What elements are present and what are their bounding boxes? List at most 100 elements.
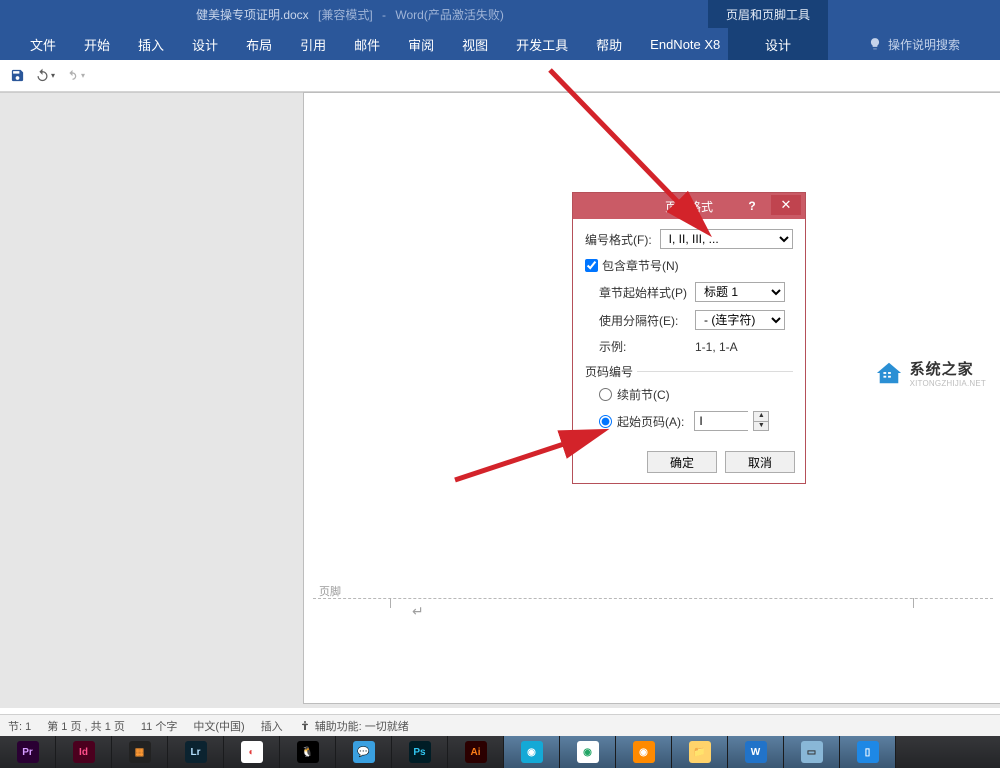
chrome-icon: ◉ xyxy=(577,741,599,763)
separator-select[interactable]: - (连字符) xyxy=(695,310,785,330)
watermark-zh: 系统之家 xyxy=(910,358,986,379)
include-chapter-row: 包含章节号(N) xyxy=(585,257,793,274)
page-numbering-group-label: 页码编号 xyxy=(585,363,637,380)
taskbar-item-indesign[interactable]: Id xyxy=(56,736,112,768)
separator-row: 使用分隔符(E): - (连字符) xyxy=(599,310,793,330)
chapter-style-label: 章节起始样式(P) xyxy=(599,284,695,301)
spin-up-button[interactable]: ▲ xyxy=(753,411,769,421)
tab-insert[interactable]: 插入 xyxy=(124,28,178,60)
dialog-body: 编号格式(F): I, II, III, ... 包含章节号(N) 章节起始样式… xyxy=(573,219,805,445)
ribbon-tabs: 文件 开始 插入 设计 布局 引用 邮件 审阅 视图 开发工具 帮助 EndNo… xyxy=(0,28,1000,60)
tab-file[interactable]: 文件 xyxy=(16,28,70,60)
redo-button[interactable]: ▾ xyxy=(65,68,85,83)
taskbar-item-lightroom[interactable]: Lr xyxy=(168,736,224,768)
tab-developer[interactable]: 开发工具 xyxy=(502,28,582,60)
lightbulb-icon xyxy=(868,37,882,51)
status-a11y-wrap[interactable]: 辅助功能: 一切就绪 xyxy=(299,718,409,734)
lightroom-icon: Lr xyxy=(185,741,207,763)
status-section[interactable]: 节: 1 xyxy=(8,718,31,734)
tab-endnote[interactable]: EndNote X8 xyxy=(636,28,734,60)
opera-icon: ◐ xyxy=(241,741,263,763)
taskbar-item-explorer[interactable]: 📁 xyxy=(672,736,728,768)
status-words[interactable]: 11 个字 xyxy=(141,718,177,734)
tab-context-design[interactable]: 设计 xyxy=(728,28,828,60)
tab-help[interactable]: 帮助 xyxy=(582,28,636,60)
dialog-help-button[interactable]: ? xyxy=(737,193,767,219)
taskbar-item-browser1[interactable]: ◉ xyxy=(504,736,560,768)
indesign-icon: Id xyxy=(73,741,95,763)
start-at-radio[interactable] xyxy=(599,415,612,428)
tab-view[interactable]: 视图 xyxy=(448,28,502,60)
undo-button[interactable]: ▾ xyxy=(35,68,55,83)
footer-dashed-line xyxy=(313,598,993,599)
save-button[interactable] xyxy=(10,68,25,83)
contextual-tool-tab: 页眉和页脚工具 xyxy=(708,0,828,28)
example-row: 示例: 1-1, 1-A xyxy=(599,338,793,355)
start-at-label: 起始页码(A): xyxy=(617,413,684,430)
dialog-close-button[interactable]: ✕ xyxy=(771,195,801,215)
taskbar-item-opera[interactable]: ◐ xyxy=(224,736,280,768)
start-at-row: 起始页码(A): ▲ ▼ xyxy=(599,411,793,431)
taskbar-item-chrome[interactable]: ◉ xyxy=(560,736,616,768)
phone-icon: ▯ xyxy=(857,741,879,763)
tab-home[interactable]: 开始 xyxy=(70,28,124,60)
browser3-icon: ◉ xyxy=(633,741,655,763)
filename-text: 健美操专项证明.docx xyxy=(196,8,309,22)
page-numbering-group: 页码编号 xyxy=(585,363,793,380)
include-chapter-label: 包含章节号(N) xyxy=(602,257,679,274)
spin-down-button[interactable]: ▼ xyxy=(753,421,769,431)
browser1-icon: ◉ xyxy=(521,741,543,763)
status-page[interactable]: 第 1 页 , 共 1 页 xyxy=(47,718,125,734)
watermark: 系统之家 XITONGZHIJIA.NET xyxy=(874,358,986,388)
ok-button[interactable]: 确定 xyxy=(647,451,717,473)
chapter-style-select[interactable]: 标题 1 xyxy=(695,282,785,302)
status-insert[interactable]: 插入 xyxy=(261,718,283,734)
tab-review[interactable]: 审阅 xyxy=(394,28,448,60)
status-language[interactable]: 中文(中国) xyxy=(193,718,244,734)
taskbar-item-browser3[interactable]: ◉ xyxy=(616,736,672,768)
explorer-icon: 📁 xyxy=(689,741,711,763)
cancel-button[interactable]: 取消 xyxy=(725,451,795,473)
title-bar: 健美操专项证明.docx [兼容模式] - Word(产品激活失败) 页眉和页脚… xyxy=(0,0,1000,28)
taskbar-item-illustrator[interactable]: Ai xyxy=(448,736,504,768)
tab-design[interactable]: 设计 xyxy=(178,28,232,60)
dialog-titlebar[interactable]: 页码格式 ? ✕ xyxy=(573,193,805,219)
example-value: 1-1, 1-A xyxy=(695,340,738,354)
start-at-input[interactable] xyxy=(694,411,748,431)
taskbar-item-photoshop[interactable]: Ps xyxy=(392,736,448,768)
illustrator-icon: Ai xyxy=(465,741,487,763)
taskbar-item-phone[interactable]: ▯ xyxy=(840,736,896,768)
example-label: 示例: xyxy=(599,338,695,355)
taskbar-item-chat[interactable]: 💬 xyxy=(336,736,392,768)
continue-prev-radio[interactable] xyxy=(599,388,612,401)
ribbon-search[interactable]: 操作说明搜索 xyxy=(868,28,960,60)
compat-mode: [兼容模式] xyxy=(318,8,373,22)
quick-access-toolbar: ▾ ▾ xyxy=(0,60,1000,92)
document-area: 页脚 ↵ xyxy=(0,92,1000,708)
save-icon xyxy=(10,68,25,83)
search-placeholder: 操作说明搜索 xyxy=(888,36,960,53)
tab-layout[interactable]: 布局 xyxy=(232,28,286,60)
taskbar-item-qq[interactable]: 🐧 xyxy=(280,736,336,768)
cursor-mark: ↵ xyxy=(412,603,424,620)
watermark-en: XITONGZHIJIA.NET xyxy=(910,379,986,388)
number-format-row: 编号格式(F): I, II, III, ... xyxy=(585,229,793,249)
taskbar-item-premiere[interactable]: Pr xyxy=(0,736,56,768)
taskbar-item-media[interactable]: ▦ xyxy=(112,736,168,768)
title-sep: - xyxy=(382,8,386,22)
chapter-style-row: 章节起始样式(P) 标题 1 xyxy=(599,282,793,302)
margin-marker-left xyxy=(390,598,391,608)
app-name: Word(产品激活失败) xyxy=(395,8,503,22)
number-format-select[interactable]: I, II, III, ... xyxy=(660,229,793,249)
page-number-format-dialog: 页码格式 ? ✕ 编号格式(F): I, II, III, ... 包含章节号(… xyxy=(572,192,806,484)
tab-references[interactable]: 引用 xyxy=(286,28,340,60)
taskbar-item-notes[interactable]: ▭ xyxy=(784,736,840,768)
taskbar-item-wps[interactable]: W xyxy=(728,736,784,768)
redo-icon xyxy=(65,68,80,83)
notes-icon: ▭ xyxy=(801,741,823,763)
media-icon: ▦ xyxy=(129,741,151,763)
separator-label: 使用分隔符(E): xyxy=(599,312,695,329)
include-chapter-checkbox[interactable] xyxy=(585,259,598,272)
taskbar: Pr Id ▦ Lr ◐ 🐧💬Ps Ai ◉ ◉ ◉ 📁 W ▭ ▯ xyxy=(0,736,1000,768)
tab-mailings[interactable]: 邮件 xyxy=(340,28,394,60)
